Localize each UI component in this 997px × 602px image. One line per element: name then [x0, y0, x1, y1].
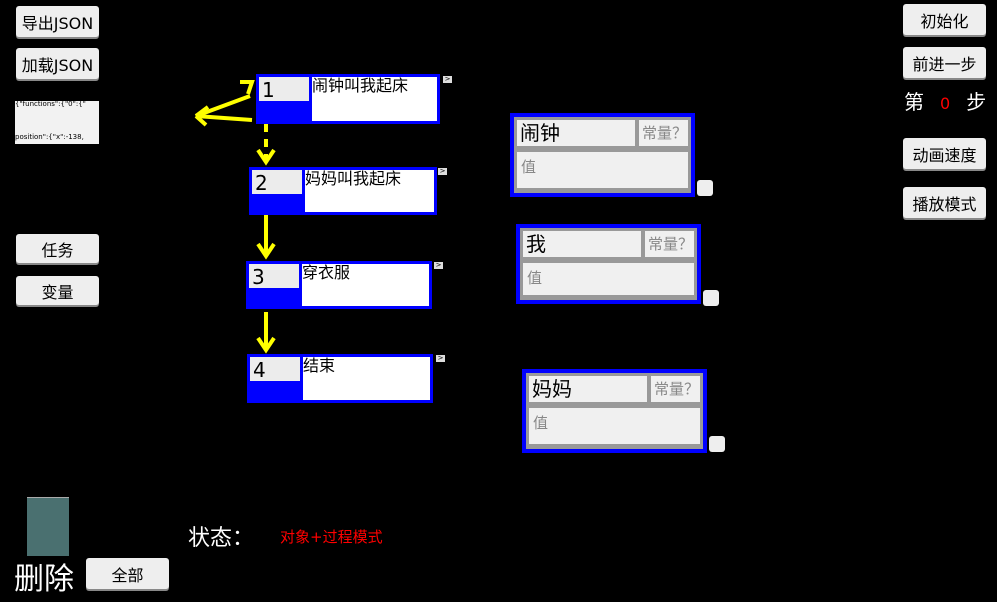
variable-name-input[interactable]: 我: [523, 231, 641, 257]
variable-block[interactable]: 我常量？ 值: [516, 224, 701, 304]
task-marker-icon[interactable]: >: [434, 262, 443, 269]
variable-value-input[interactable]: 值: [517, 152, 688, 188]
task-number: 3: [249, 264, 299, 289]
trash-drop-zone-icon[interactable]: [27, 497, 69, 556]
task-number: 4: [250, 357, 300, 382]
status-value: 对象+过程模式: [280, 528, 383, 546]
task-marker-icon[interactable]: >: [436, 355, 445, 362]
task-block[interactable]: 4 结束: [247, 354, 433, 403]
delete-all-button[interactable]: 全部: [86, 558, 169, 589]
task-marker-icon[interactable]: >: [438, 168, 447, 175]
variable-block[interactable]: 妈妈 常量？ 值: [522, 369, 707, 453]
task-number: 1: [259, 77, 309, 102]
task-name[interactable]: 结束: [303, 357, 430, 400]
variable-name-input[interactable]: 闹钟: [517, 120, 635, 146]
variable-name-input[interactable]: 妈妈: [529, 376, 647, 402]
task-name[interactable]: 闹钟叫我起床: [312, 77, 437, 121]
task-block[interactable]: 3 穿衣服: [246, 261, 432, 309]
task-marker-icon[interactable]: >: [443, 76, 452, 83]
task-block[interactable]: 2 妈妈叫我起床: [249, 167, 437, 215]
task-name[interactable]: 妈妈叫我起床: [305, 170, 434, 212]
arrow-2-3: [256, 215, 276, 260]
variable-block[interactable]: 闹钟 常量？ 值: [510, 113, 695, 197]
variable-small-button[interactable]: [709, 436, 725, 452]
constant-toggle[interactable]: 常量？: [651, 376, 700, 402]
delete-label: 删除: [14, 562, 74, 597]
constant-toggle[interactable]: 常量？: [645, 231, 694, 257]
flow-arrows: [194, 80, 276, 354]
arrow-3-4: [256, 312, 276, 354]
constant-toggle[interactable]: 常量？: [639, 120, 688, 146]
task-block[interactable]: 1 闹钟叫我起床: [256, 74, 440, 124]
status-label: 状态：: [188, 526, 255, 551]
variable-small-button[interactable]: [703, 290, 719, 306]
task-number: 2: [252, 170, 302, 195]
variable-value-input[interactable]: 值: [523, 263, 694, 295]
variable-small-button[interactable]: [697, 180, 713, 196]
task-name[interactable]: 穿衣服: [302, 264, 429, 306]
variable-value-input[interactable]: 值: [529, 408, 700, 444]
